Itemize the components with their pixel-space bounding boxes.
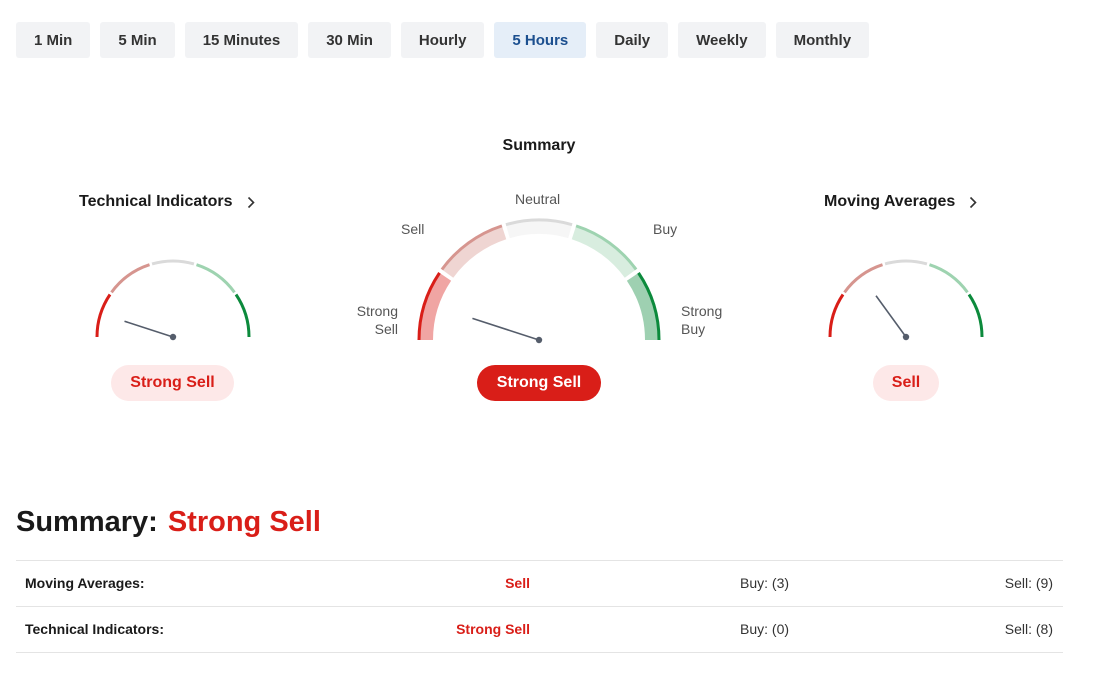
gauge-needle — [875, 295, 907, 338]
gauge-segment-buy — [929, 263, 969, 294]
summary-table: Moving Averages: Sell Buy: (3) Sell: (9)… — [16, 560, 1063, 653]
summary-heading-value: Strong Sell — [167, 506, 321, 538]
row-buy-count: Buy: (0) — [740, 621, 790, 637]
row-buy-count: Buy: (3) — [740, 575, 790, 591]
row-signal: Strong Sell — [456, 621, 530, 637]
gauge-segment-sell — [843, 263, 883, 294]
summary-heading-label: Summary: — [16, 506, 158, 538]
gauge-needle-hub — [902, 333, 910, 341]
moving-averages-result-badge: Sell — [873, 365, 939, 401]
table-row: Moving Averages: Sell Buy: (3) Sell: (9) — [16, 560, 1063, 606]
row-sell-count: Sell: (9) — [1004, 575, 1053, 591]
row-sell-count: Sell: (8) — [1004, 621, 1053, 637]
row-name: Moving Averages: — [25, 575, 145, 591]
row-name: Technical Indicators: — [25, 621, 164, 637]
table-row: Technical Indicators: Strong Sell Buy: (… — [16, 606, 1063, 653]
summary-heading: Summary: Strong Sell — [16, 506, 321, 539]
gauge-segment-strong-buy — [967, 293, 984, 338]
gauge-segment-strong-sell — [828, 293, 845, 338]
gauge-segment-neutral — [884, 259, 928, 266]
row-signal: Sell — [505, 575, 530, 591]
